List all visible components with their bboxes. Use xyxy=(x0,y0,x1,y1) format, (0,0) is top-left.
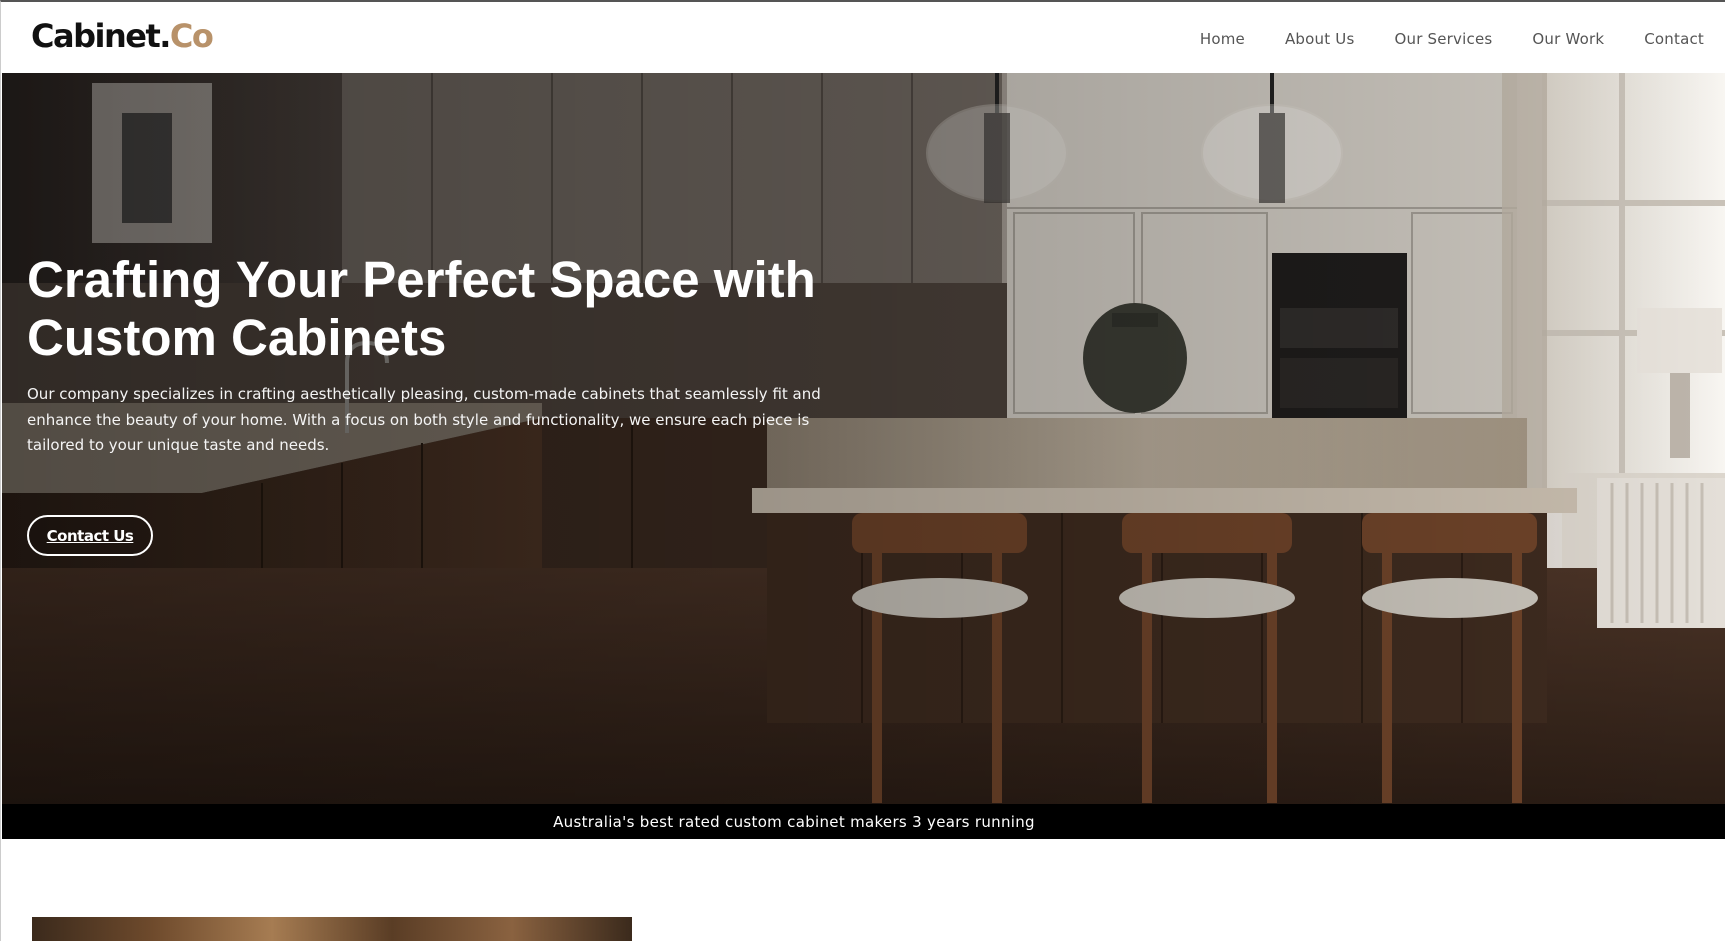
award-banner: Australia's best rated custom cabinet ma… xyxy=(2,804,1725,839)
award-banner-text: Australia's best rated custom cabinet ma… xyxy=(553,812,1035,831)
main-nav: Home About Us Our Services Our Work Cont… xyxy=(1160,26,1704,52)
nav-link-our-work[interactable]: Our Work xyxy=(1532,26,1604,52)
hero-content: Crafting Your Perfect Space with Custom … xyxy=(27,251,867,459)
brand-logo[interactable]: Cabinet.Co xyxy=(31,16,214,56)
nav-link-about-us[interactable]: About Us xyxy=(1285,26,1355,52)
nav-link-home[interactable]: Home xyxy=(1200,26,1245,52)
site-header: Cabinet.Co Home About Us Our Services Ou… xyxy=(1,2,1725,73)
hero-description: Our company specializes in crafting aest… xyxy=(27,385,821,454)
hero-section: Crafting Your Perfect Space with Custom … xyxy=(2,73,1725,804)
hero-title: Crafting Your Perfect Space with Custom … xyxy=(27,251,816,366)
section-preview-image xyxy=(32,917,632,941)
nav-link-contact[interactable]: Contact xyxy=(1644,26,1704,52)
nav-link-our-services[interactable]: Our Services xyxy=(1394,26,1492,52)
brand-name: Cabinet xyxy=(31,17,161,55)
page: Cabinet.Co Home About Us Our Services Ou… xyxy=(0,0,1725,941)
brand-dot: . xyxy=(159,17,171,55)
brand-suffix: Co xyxy=(169,17,214,55)
contact-us-button[interactable]: Contact Us xyxy=(27,515,153,556)
